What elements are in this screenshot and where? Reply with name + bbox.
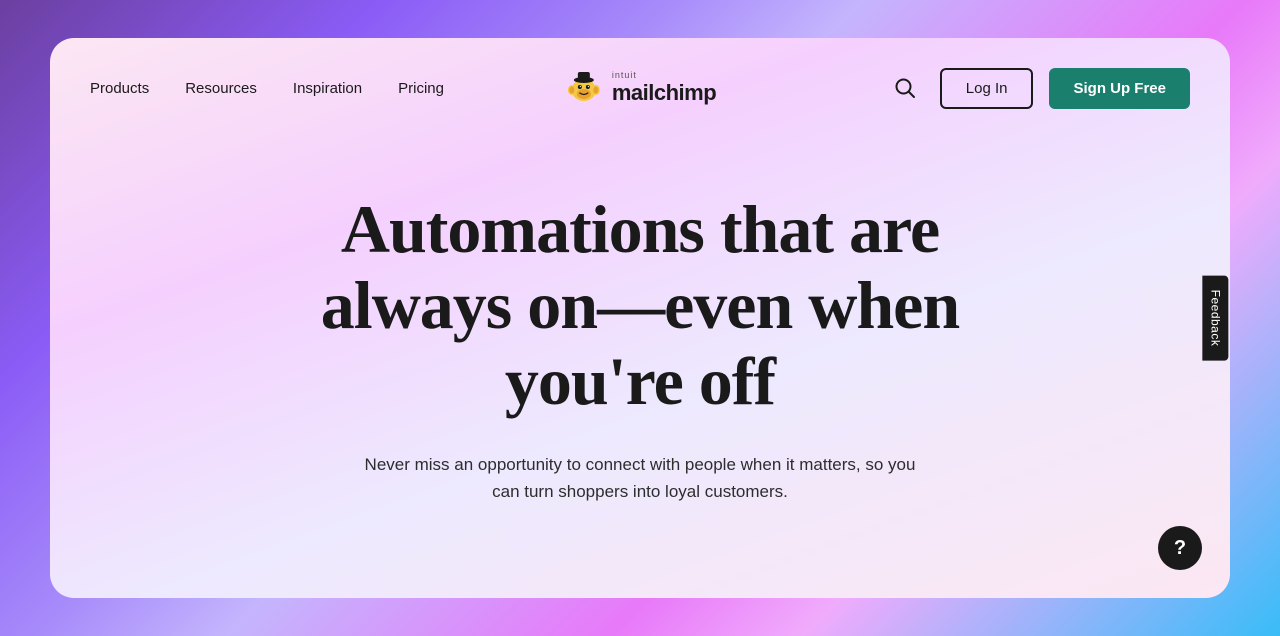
logo[interactable]: intuit mailchimp [564,68,716,108]
logo-mailchimp-text: mailchimp [612,80,716,106]
logo-text: intuit mailchimp [612,70,716,106]
logo-icon [564,68,604,108]
logo-intuit-text: intuit [612,70,637,80]
hero-subtitle: Never miss an opportunity to connect wit… [360,451,920,505]
main-card: Products Resources Inspiration Pricing [50,38,1230,598]
search-icon [894,77,916,99]
signup-button[interactable]: Sign Up Free [1049,68,1190,109]
login-button[interactable]: Log In [940,68,1034,109]
nav-item-resources[interactable]: Resources [185,80,257,97]
navbar: Products Resources Inspiration Pricing [50,38,1230,138]
nav-item-products[interactable]: Products [90,80,149,97]
nav-item-inspiration[interactable]: Inspiration [293,80,362,97]
hero-section: Automations that are always on—even when… [50,138,1230,598]
search-button[interactable] [886,69,924,107]
nav-item-pricing[interactable]: Pricing [398,80,444,97]
nav-right: Log In Sign Up Free [886,68,1190,109]
help-button[interactable]: ? [1158,526,1202,570]
hero-title: Automations that are always on—even when… [300,191,980,419]
feedback-tab[interactable]: Feedback [1203,276,1229,361]
nav-left: Products Resources Inspiration Pricing [90,80,444,97]
